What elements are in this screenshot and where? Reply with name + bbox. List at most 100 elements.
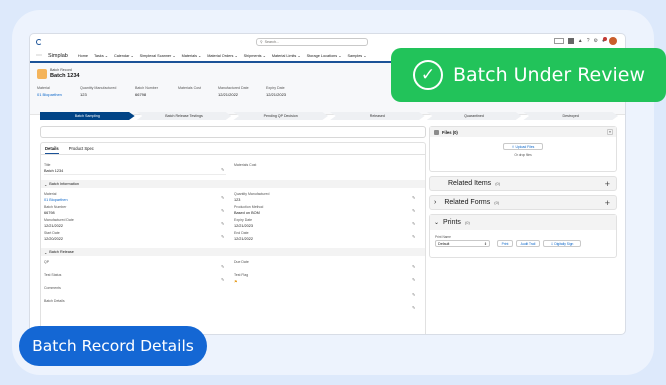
app-launcher-icon[interactable]: ⋯ — [36, 52, 42, 59]
chevron-right-icon: › — [434, 199, 437, 206]
help-icon[interactable]: ? — [587, 38, 590, 44]
notification-badge — [603, 37, 607, 41]
field-batch-details: Batch Details — [44, 299, 65, 303]
nav-item[interactable]: Tasks ⌄ — [94, 53, 108, 58]
right-pane: Files (0) ▾ ⇧ Upload Files Or drop files… — [429, 126, 617, 334]
notification-bell-icon[interactable]: ● — [602, 37, 607, 44]
settings-gear-icon[interactable]: ⚙ — [593, 38, 597, 44]
field-quantity-manufactured: Quantity Manufactured 123 — [234, 192, 270, 202]
nav-item[interactable]: Material Orders ⌄ — [207, 53, 237, 58]
tab-details[interactable]: Details — [45, 146, 59, 154]
related-items-title: Related Items — [448, 180, 492, 187]
field-test-flag: Test Flag ⚑ — [234, 273, 249, 284]
edit-pencil-icon[interactable]: ✎ — [221, 208, 224, 213]
edit-pencil-icon[interactable]: ✎ — [412, 264, 415, 269]
files-icon — [434, 129, 439, 135]
header-field-quantity: Quantity Manufactured 123 — [80, 86, 117, 97]
path-step-batch-sampling[interactable]: Batch Sampling — [40, 112, 135, 120]
check-circle-icon: ✓ — [413, 60, 443, 90]
prints-header[interactable]: ⌄ Prints (0) — [430, 215, 616, 230]
edit-pencil-icon[interactable]: ✎ — [412, 221, 415, 226]
status-path: Batch Sampling Batch Release Testings Pe… — [40, 112, 619, 120]
files-menu-button[interactable]: ▾ — [607, 129, 613, 135]
field-qp: QP — [44, 260, 50, 264]
batch-record-details-badge: Batch Record Details — [19, 326, 207, 366]
flag-icon: ⚑ — [234, 280, 238, 284]
files-card: Files (0) ▾ ⇧ Upload Files Or drop files — [429, 126, 617, 172]
nav-item[interactable]: Shipments ⌄ — [244, 53, 266, 58]
field-material: Material 01 Bioparthen — [44, 192, 68, 202]
edit-pencil-icon[interactable]: ✎ — [412, 234, 415, 239]
field-end-date: End Date 12/21/2022 — [234, 231, 254, 241]
print-button[interactable]: Print — [497, 240, 513, 247]
logo-icon — [36, 39, 42, 45]
trailhead-icon[interactable]: ▲ — [578, 38, 583, 44]
material-link[interactable]: 01 Bioparthen — [44, 198, 68, 202]
nav-item[interactable]: Calendar ⌄ — [114, 53, 134, 58]
tab-product-spec[interactable]: Product Spec — [69, 146, 94, 154]
edit-pencil-icon[interactable]: ✎ — [412, 277, 415, 282]
path-step-destroyed[interactable]: Destroyed — [523, 112, 619, 120]
edit-pencil-icon[interactable]: ✎ — [412, 305, 415, 310]
app-name: Simplab — [48, 52, 68, 59]
path-step-pending-qp[interactable]: Pending QP Decision — [233, 112, 329, 120]
chevron-down-icon: ⌄ — [44, 250, 48, 255]
digitally-sign-button[interactable]: ⇩ Digitally Sign — [543, 240, 581, 247]
favorites-icon[interactable] — [553, 38, 564, 44]
field-expiry-date: Expiry Date 12/21/2023 — [234, 218, 254, 228]
section-batch-information[interactable]: ⌄ Batch Information — [41, 180, 425, 188]
edit-pencil-icon[interactable]: ✎ — [412, 208, 415, 213]
field-manufactured-date: Manufactured Date 12/21/2022 — [44, 218, 74, 228]
details-card: Details Product Spec Title Batch 1234 ✎ … — [40, 142, 426, 334]
add-icon[interactable]: + — [605, 198, 610, 208]
upload-icon: ⇧ — [511, 144, 515, 149]
nav-item[interactable]: Home — [78, 54, 88, 58]
chevron-down-icon: ⌄ — [434, 220, 440, 226]
batch-under-review-badge: ✓ Batch Under Review — [391, 48, 666, 102]
search-input[interactable]: ⚲ Search... — [256, 38, 368, 46]
avatar[interactable] — [609, 37, 617, 45]
section-batch-release[interactable]: ⌄ Batch Release — [41, 248, 425, 256]
edit-pencil-icon[interactable]: ✎ — [221, 221, 224, 226]
record-name: Batch 1234 — [50, 73, 80, 79]
nav-item[interactable]: Samples ⌄ — [347, 53, 366, 58]
path-step-quarantined[interactable]: Quarantined — [426, 112, 522, 120]
details-pane: Details Product Spec Title Batch 1234 ✎ … — [40, 126, 426, 334]
edit-pencil-icon[interactable]: ✎ — [221, 264, 224, 269]
print-name-select[interactable]: Default ⇕ — [435, 240, 490, 247]
edit-pencil-icon[interactable]: ✎ — [412, 292, 415, 297]
nav-item[interactable]: Simplexal Scanner ⌄ — [140, 53, 176, 58]
path-step-release-testings[interactable]: Batch Release Testings — [136, 112, 232, 120]
edit-pencil-icon[interactable]: ✎ — [412, 195, 415, 200]
drop-zone-text: Or drop files — [514, 153, 532, 157]
material-link[interactable]: 01 Bioparthen — [37, 92, 62, 97]
nav-item[interactable]: Storage Locations ⌄ — [307, 53, 342, 58]
record-type: Batch Record — [50, 68, 72, 72]
field-start-date: Start Date 12/20/2022 — [44, 231, 64, 241]
edit-pencil-icon[interactable]: ✎ — [221, 195, 224, 200]
edit-pencil-icon[interactable]: ✎ — [221, 234, 224, 239]
add-icon[interactable]: + — [605, 179, 610, 189]
related-items-section[interactable]: Related Items (0) + — [429, 176, 617, 191]
caret-icon: ⇕ — [483, 241, 487, 246]
add-icon[interactable] — [567, 38, 574, 44]
files-header: Files (0) — [430, 127, 616, 137]
details-tabs: Details Product Spec — [41, 143, 425, 155]
field-production-method: Production Method Based on BOM — [234, 205, 264, 215]
field-comments: Comments — [44, 286, 61, 290]
field-materials-cost: Materials Cost — [234, 163, 257, 167]
search-icon: ⚲ — [260, 40, 263, 44]
sign-icon: ⇩ — [550, 241, 554, 246]
field-due-date: Due Date — [234, 260, 249, 264]
nav-item[interactable]: Materials ⌄ — [182, 53, 202, 58]
prints-card: ⌄ Prints (0) Print Name Default ⇕ Print A… — [429, 214, 617, 258]
nav-item[interactable]: Material Limits ⌄ — [272, 53, 301, 58]
header-field-materials-cost: Materials Cost — [178, 86, 201, 90]
chevron-down-icon: ⌄ — [44, 182, 48, 187]
path-step-released[interactable]: Released — [330, 112, 425, 120]
upload-files-button[interactable]: ⇧ Upload Files — [503, 143, 543, 150]
audit-trail-button[interactable]: Audit Trail — [516, 240, 540, 247]
edit-pencil-icon[interactable]: ✎ — [221, 167, 224, 172]
edit-pencil-icon[interactable]: ✎ — [221, 277, 224, 282]
related-forms-section[interactable]: › Related Forms (0) + — [429, 195, 617, 210]
